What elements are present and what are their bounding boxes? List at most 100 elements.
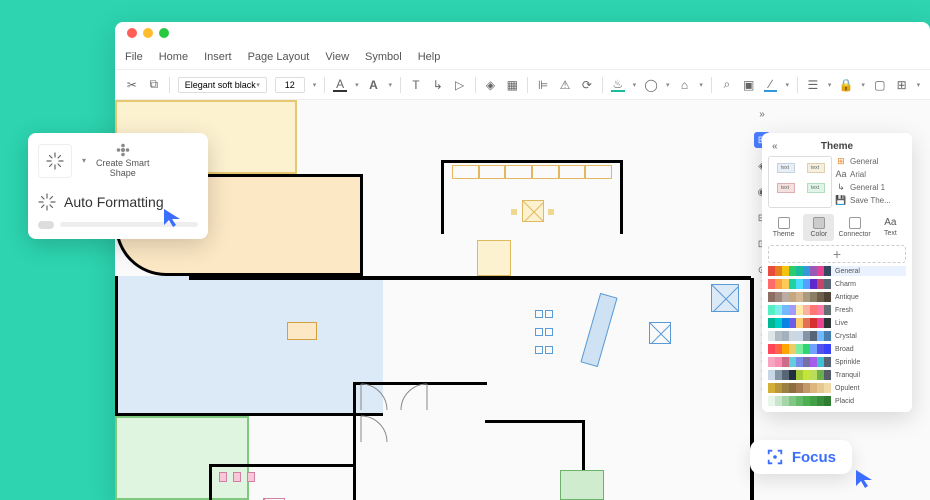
wall: [189, 276, 753, 280]
counter: [477, 240, 511, 276]
room-blue: [115, 276, 383, 416]
shape-icon[interactable]: ◯: [644, 78, 658, 92]
table: [522, 200, 544, 222]
sparkle-icon: [38, 193, 56, 211]
line-icon[interactable]: ∕: [764, 78, 778, 92]
palette-row[interactable]: Antique: [768, 292, 906, 302]
wall: [209, 464, 212, 500]
minimize-window-icon[interactable]: [143, 28, 153, 38]
search-icon[interactable]: ⌕: [720, 78, 734, 92]
theme-title: Theme: [821, 141, 853, 152]
cursor-icon: [854, 468, 876, 490]
align-icon[interactable]: ⊫: [536, 78, 550, 92]
theme-preview[interactable]: text text text text: [768, 156, 832, 208]
group-icon[interactable]: ▦: [505, 78, 519, 92]
door-arc: [361, 384, 391, 414]
shelves: [452, 165, 612, 179]
theme-panel: « Theme text text text text ⊞General AaA…: [762, 133, 912, 412]
palette-row[interactable]: General: [768, 266, 906, 276]
text-color-icon[interactable]: A: [333, 78, 347, 92]
maximize-window-icon[interactable]: [159, 28, 169, 38]
palette-row[interactable]: Broad: [768, 344, 906, 354]
menu-symbol[interactable]: Symbol: [365, 51, 402, 63]
theme-attr-general[interactable]: ⊞General: [836, 156, 906, 166]
auto-formatting-label[interactable]: Auto Formatting: [64, 194, 164, 210]
close-window-icon[interactable]: [127, 28, 137, 38]
theme-attr-save[interactable]: 💾Save The...: [836, 195, 906, 205]
frame-icon[interactable]: ▢: [873, 78, 887, 92]
theme-tab-theme[interactable]: Theme: [768, 214, 799, 241]
separator: [324, 77, 325, 93]
theme-attr-font[interactable]: AaArial: [836, 169, 906, 179]
focus-button[interactable]: Focus: [750, 440, 852, 474]
pointer-icon[interactable]: ▷: [453, 78, 467, 92]
menu-help[interactable]: Help: [418, 51, 441, 63]
theme-tab-connector[interactable]: Connector: [838, 214, 870, 241]
smart-shape-panel: ▾ Create Smart Shape Auto Formatting: [28, 133, 208, 239]
menu-pagelayout[interactable]: Page Layout: [248, 51, 310, 63]
add-theme-button[interactable]: +: [768, 245, 906, 263]
create-smart-shape-button[interactable]: Create Smart Shape: [96, 143, 150, 179]
menu-insert[interactable]: Insert: [204, 51, 232, 63]
warning-icon[interactable]: ⚠: [558, 78, 572, 92]
door-arc: [401, 384, 431, 414]
rail-expand-icon[interactable]: »: [754, 106, 770, 122]
focus-label: Focus: [792, 449, 836, 466]
wall: [209, 464, 353, 467]
menu-file[interactable]: File: [125, 51, 143, 63]
menu-view[interactable]: View: [325, 51, 349, 63]
palette-row[interactable]: Opulent: [768, 383, 906, 393]
window-titlebar: [115, 22, 930, 44]
chair: [511, 209, 517, 215]
blue-rect: [580, 293, 617, 367]
font-name-value: Elegant soft black: [185, 80, 256, 90]
rotate-icon[interactable]: ⟳: [580, 78, 594, 92]
palette-row[interactable]: Charm: [768, 279, 906, 289]
font-family-select[interactable]: Elegant soft black▾: [178, 77, 267, 93]
font-size-select[interactable]: 12: [275, 77, 305, 93]
chair: [548, 209, 554, 215]
toolbar: ✂ ⧉ Elegant soft black▾ 12▾ A▾ A▾ T ↳ ▷ …: [115, 70, 930, 100]
back-icon[interactable]: «: [772, 141, 778, 152]
lock-icon[interactable]: 🔒: [839, 78, 853, 92]
wall: [620, 160, 623, 234]
separator: [527, 77, 528, 93]
create-smart-shape-label: Create Smart Shape: [96, 159, 150, 179]
palette-row[interactable]: Fresh: [768, 305, 906, 315]
wall: [441, 160, 623, 163]
theme-attr-connector[interactable]: ↳General 1: [836, 182, 906, 192]
blue-cross: [649, 322, 671, 344]
table-orange: [287, 322, 317, 340]
palette-row[interactable]: Live: [768, 318, 906, 328]
slider-handle[interactable]: [38, 221, 54, 229]
theme-tab-text[interactable]: AaText: [875, 214, 906, 241]
crop-icon[interactable]: ⌂: [678, 78, 692, 92]
palette-row[interactable]: Placid: [768, 396, 906, 406]
separator: [797, 77, 798, 93]
cut-icon[interactable]: ✂: [125, 78, 139, 92]
focus-icon: [766, 448, 784, 466]
room-green: [115, 416, 249, 500]
select-all-icon[interactable]: ▣: [742, 78, 756, 92]
grid-icon[interactable]: ⊞: [895, 78, 909, 92]
palette-row[interactable]: Sprinkle: [768, 357, 906, 367]
text-tool-icon[interactable]: T: [409, 78, 423, 92]
separator: [602, 77, 603, 93]
wall: [441, 160, 444, 234]
palette-row[interactable]: Tranquil: [768, 370, 906, 380]
menubar: File Home Insert Page Layout View Symbol…: [115, 44, 930, 70]
separator: [475, 77, 476, 93]
arrange-icon[interactable]: ☰: [806, 78, 820, 92]
smart-sparkle-button[interactable]: [38, 144, 72, 178]
bold-icon[interactable]: A: [367, 78, 381, 92]
palette-list: General Charm Antique Fresh Live Crystal Broad…: [768, 266, 906, 406]
connector-icon[interactable]: ↳: [431, 78, 445, 92]
copy-icon[interactable]: ⧉: [147, 78, 161, 92]
fill-icon[interactable]: ♨: [611, 78, 625, 92]
palette-row[interactable]: Crystal: [768, 331, 906, 341]
menu-home[interactable]: Home: [159, 51, 188, 63]
separator: [711, 77, 712, 93]
layers-icon[interactable]: ◈: [484, 78, 498, 92]
flower-icon: [113, 143, 133, 157]
theme-tab-color[interactable]: Color: [803, 214, 834, 241]
